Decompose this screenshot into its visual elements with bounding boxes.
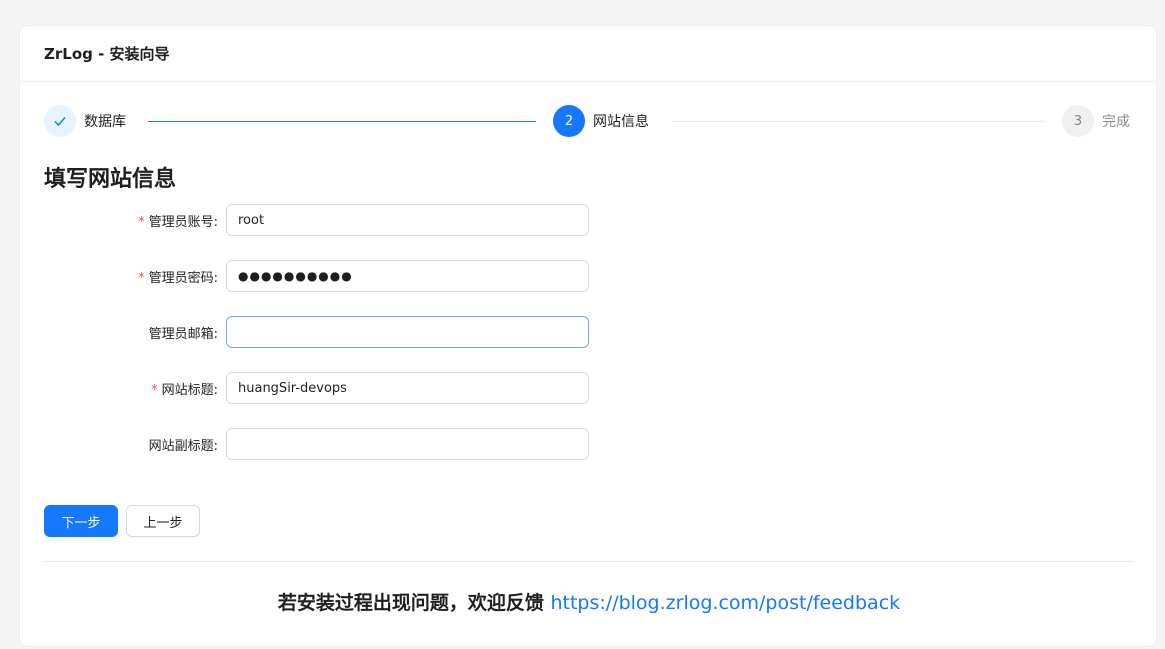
required-mark: * (138, 214, 145, 230)
step-label: 网站信息 (593, 114, 649, 130)
page-title: ZrLog - 安装向导 (44, 45, 170, 63)
field-label: * 管理员密码: (138, 270, 218, 286)
field-label: * 管理员账号: (138, 214, 218, 230)
admin-account-input[interactable] (226, 204, 589, 236)
step-number: 3 (1062, 105, 1094, 137)
form-row-admin-password: * 管理员密码: (44, 260, 604, 292)
step-label: 完成 (1102, 114, 1130, 130)
step-number: 2 (553, 105, 585, 137)
form-row-admin-account: * 管理员账号: (44, 204, 604, 236)
step-label: 数据库 (84, 114, 126, 130)
feedback-link[interactable]: https://blog.zrlog.com/post/feedback (550, 592, 900, 614)
step-site-info: 2 网站信息 (553, 105, 649, 137)
required-mark: * (138, 270, 145, 286)
card-header: ZrLog - 安装向导 (20, 26, 1156, 82)
form-row-site-title: * 网站标题: (44, 372, 604, 404)
admin-password-input[interactable] (226, 260, 589, 292)
install-wizard-card: ZrLog - 安装向导 数据库 2 网站信息 3 完成 填写网站信息 * 管理员… (19, 25, 1157, 647)
step-connector-done (148, 121, 536, 122)
admin-email-input[interactable] (226, 316, 589, 348)
step-database: 数据库 (44, 105, 126, 137)
feedback-text: 若安装过程出现问题，欢迎反馈 (277, 592, 544, 614)
field-label: 管理员邮箱: (148, 326, 218, 342)
prev-step-button[interactable]: 上一步 (126, 505, 200, 537)
step-finish: 3 完成 (1062, 105, 1130, 137)
site-subtitle-input[interactable] (226, 428, 589, 460)
form-title: 填写网站信息 (44, 167, 177, 192)
field-label: * 网站标题: (151, 382, 218, 398)
check-icon (44, 105, 76, 137)
field-label: 网站副标题: (148, 438, 218, 454)
site-title-input[interactable] (226, 372, 589, 404)
step-connector-wait (673, 121, 1045, 122)
next-step-button[interactable]: 下一步 (44, 505, 118, 537)
divider (44, 561, 1134, 562)
feedback-line: 若安装过程出现问题，欢迎反馈 https://blog.zrlog.com/po… (20, 588, 1158, 615)
form-row-admin-email: 管理员邮箱: (44, 316, 604, 348)
required-mark: * (151, 382, 158, 398)
form-row-site-subtitle: 网站副标题: (44, 428, 604, 460)
steps-bar: 数据库 2 网站信息 3 完成 (44, 105, 1134, 137)
